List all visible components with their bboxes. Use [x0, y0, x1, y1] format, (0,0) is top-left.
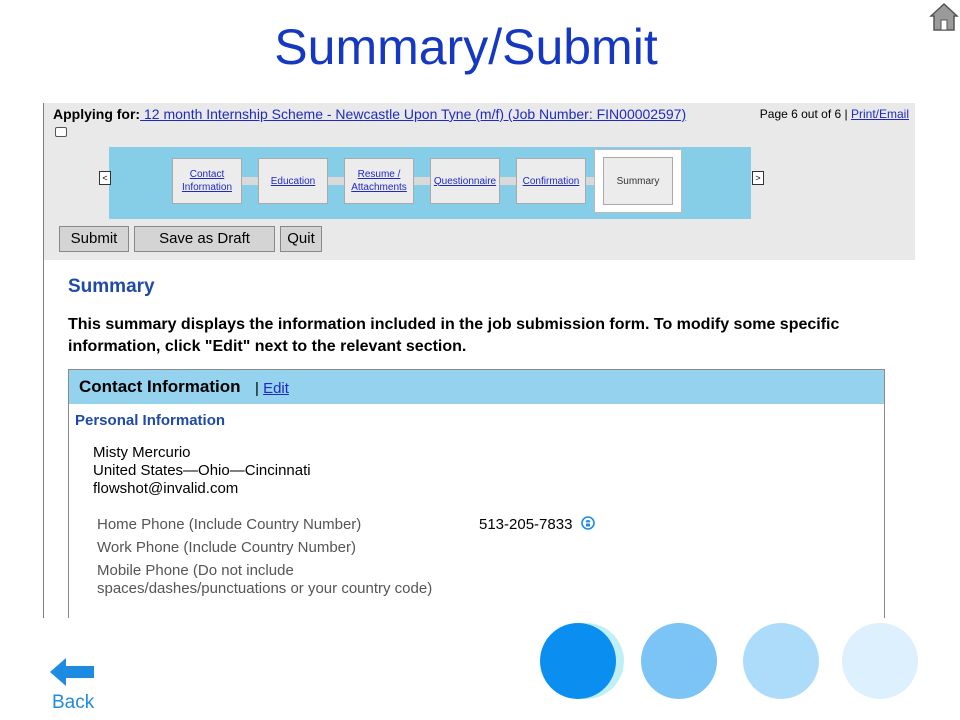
personal-information-heading: Personal Information — [75, 412, 226, 429]
home-phone-label: Home Phone (Include Country Number) — [97, 516, 362, 533]
step-summary-current: Summary — [594, 149, 682, 213]
person-location: United States—Ohio—Cincinnati — [93, 462, 311, 479]
applying-for-line: Applying for: 12 month Internship Scheme… — [53, 105, 693, 143]
application-frame: Applying for: 12 month Internship Scheme… — [43, 103, 915, 618]
job-title-link[interactable]: 12 month Internship Scheme - Newcastle U… — [140, 106, 686, 122]
decorative-circle — [743, 623, 819, 699]
person-name: Misty Mercurio — [93, 444, 191, 461]
steps-next-button[interactable]: > — [752, 171, 764, 185]
slide-title: Summary/Submit — [274, 19, 658, 75]
summary-heading: Summary — [68, 276, 155, 297]
page-info-separator: | — [844, 107, 848, 121]
step-education[interactable]: Education — [258, 158, 328, 204]
person-email: flowshot@invalid.com — [93, 480, 239, 497]
submit-button[interactable]: Submit — [59, 226, 129, 252]
quit-button[interactable]: Quit — [280, 226, 322, 252]
summary-description: This summary displays the information in… — [68, 316, 840, 355]
step-connector — [328, 177, 344, 185]
contact-information-section: Contact Information | Edit Personal Info… — [68, 369, 885, 618]
section-edit-wrap: | Edit — [255, 380, 289, 397]
step-contact-information[interactable]: Contact Information — [172, 158, 242, 204]
applying-label: Applying for: — [53, 106, 141, 122]
home-phone-value: 513-205-7833 — [479, 516, 573, 533]
save-as-draft-button[interactable]: Save as Draft — [134, 226, 275, 252]
step-resume-attachments[interactable]: Resume / Attachments — [344, 158, 414, 204]
edit-link[interactable]: Edit — [263, 380, 289, 397]
print-email-link[interactable]: Print/Email — [851, 107, 909, 121]
phone-icon[interactable] — [581, 516, 595, 530]
step-connector — [414, 177, 430, 185]
steps-prev-button[interactable]: < — [99, 171, 111, 185]
mobile-phone-label: Mobile Phone (Do not include spaces/dash… — [97, 562, 433, 597]
section-title: Contact Information — [79, 377, 241, 396]
page-counter: Page 6 out of 6 — [759, 107, 842, 121]
step-questionnaire[interactable]: Questionnaire — [430, 158, 500, 204]
step-summary: Summary — [603, 157, 673, 205]
section-separator: | — [255, 380, 259, 397]
work-phone-label: Work Phone (Include Country Number) — [97, 539, 356, 556]
back-label[interactable]: Back — [52, 692, 94, 714]
home-icon[interactable] — [928, 0, 960, 32]
step-connector — [500, 177, 516, 185]
step-connector — [586, 177, 594, 185]
decorative-circle — [540, 623, 616, 699]
step-confirmation[interactable]: Confirmation — [516, 158, 586, 204]
comment-icon[interactable] — [55, 127, 67, 137]
back-arrow-icon[interactable] — [50, 656, 96, 688]
person-details: Misty Mercurio United States—Ohio—Cincin… — [93, 444, 311, 498]
decorative-circle — [641, 623, 717, 699]
page-info: Page 6 out of 6 | Print/Email — [760, 107, 909, 121]
decorative-circle — [842, 623, 918, 699]
section-header: Contact Information | Edit — [69, 370, 884, 404]
step-navigation: Contact Information Education Resume / A… — [109, 147, 751, 219]
step-connector — [242, 177, 258, 185]
